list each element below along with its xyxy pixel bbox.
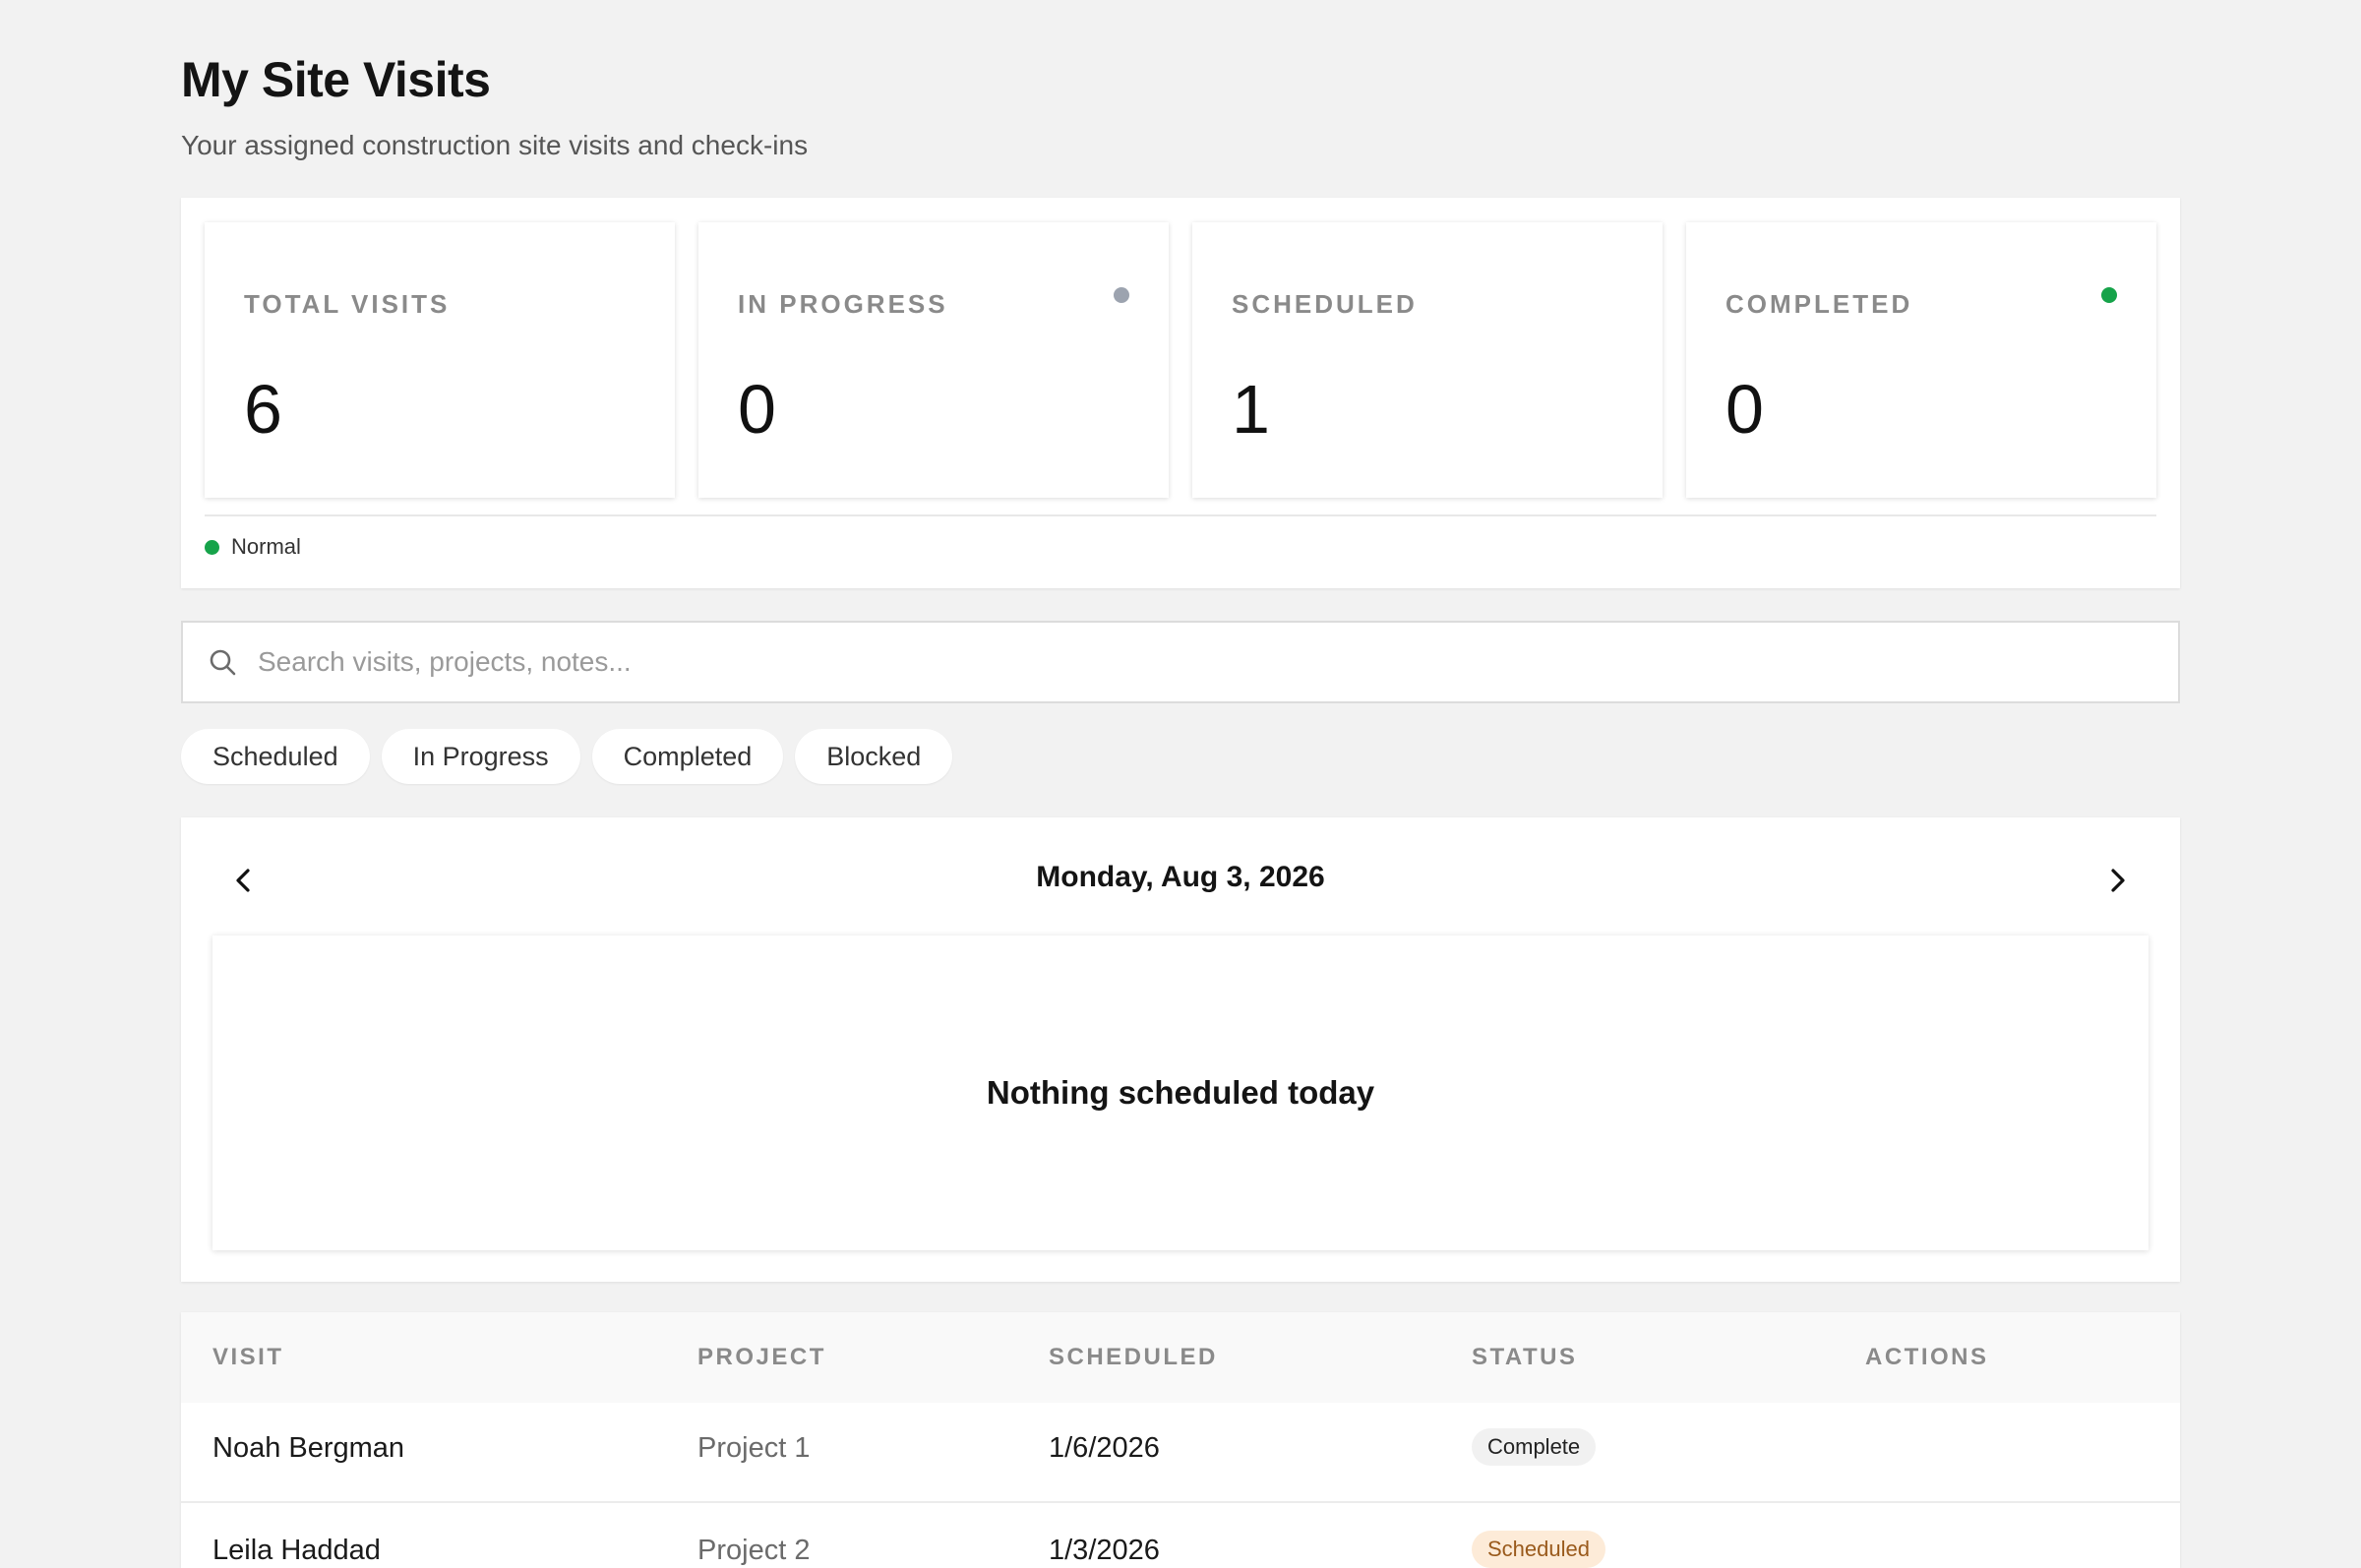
project-name: Project 1: [697, 1432, 811, 1464]
project-name: Project 2: [697, 1535, 811, 1566]
search-icon: [210, 649, 236, 676]
table-row[interactable]: Noah Bergman Project 1 1/6/2026 Complete: [181, 1403, 2180, 1503]
status-badge: Complete: [1472, 1428, 1597, 1466]
table-row[interactable]: Leila Haddad Project 2 1/3/2026 Schedule…: [181, 1505, 2180, 1568]
search-bar: [181, 621, 2180, 703]
calendar-date: Monday, Aug 3, 2026: [1036, 861, 1325, 893]
stat-label: TOTAL VISITS: [244, 289, 451, 319]
stat-card-total-visits: TOTAL VISITS 6: [205, 222, 675, 498]
legend-dot-icon: [205, 539, 219, 555]
legend: Normal: [205, 534, 301, 560]
stat-label: IN PROGRESS: [738, 289, 948, 319]
column-header-scheduled[interactable]: SCHEDULED: [1049, 1344, 1218, 1371]
stat-card-in-progress: IN PROGRESS 0: [698, 222, 1169, 498]
stat-card-scheduled: SCHEDULED 1: [1192, 222, 1663, 498]
search-input[interactable]: [258, 646, 2178, 678]
column-header-actions: ACTIONS: [1865, 1344, 1989, 1370]
stat-card-completed: COMPLETED 0: [1686, 222, 2156, 498]
filter-chip-completed[interactable]: Completed: [591, 729, 784, 784]
column-header-visit[interactable]: VISIT: [212, 1344, 284, 1371]
stat-value: 1: [1232, 371, 1270, 448]
status-dot-icon: [1114, 287, 1129, 303]
day-schedule: Nothing scheduled today: [212, 935, 2149, 1250]
filter-chip-in-progress[interactable]: In Progress: [381, 729, 580, 784]
divider: [205, 514, 2156, 516]
table-header: VISIT PROJECT SCHEDULED STATUS ACTIONS: [181, 1312, 2180, 1403]
filter-chips: Scheduled In Progress Completed Blocked: [181, 729, 953, 784]
stat-label: COMPLETED: [1725, 289, 1913, 319]
next-day-button[interactable]: [2093, 857, 2141, 904]
filter-chip-blocked[interactable]: Blocked: [795, 729, 953, 784]
status-dot-icon: [2101, 287, 2117, 303]
stat-label: SCHEDULED: [1232, 289, 1418, 319]
scheduled-date: 1/6/2026: [1049, 1432, 1160, 1464]
legend-label: Normal: [231, 534, 301, 559]
visit-name: Leila Haddad: [212, 1535, 381, 1566]
page-subtitle: Your assigned construction site visits a…: [181, 130, 809, 160]
stats-panel: TOTAL VISITS 6 IN PROGRESS 0 SCHEDULED 1…: [181, 198, 2180, 588]
status-badge: Scheduled: [1472, 1531, 1605, 1568]
column-header-project[interactable]: PROJECT: [697, 1344, 826, 1371]
visits-table: VISIT PROJECT SCHEDULED STATUS ACTIONS N…: [181, 1312, 2180, 1568]
page-title: My Site Visits: [181, 52, 491, 107]
scheduled-date: 1/3/2026: [1049, 1535, 1160, 1566]
stat-value: 6: [244, 371, 282, 448]
stat-value: 0: [738, 371, 776, 448]
empty-state-message: Nothing scheduled today: [986, 1074, 1375, 1111]
visit-name: Noah Bergman: [212, 1432, 405, 1464]
column-header-status[interactable]: STATUS: [1472, 1344, 1577, 1371]
filter-chip-scheduled[interactable]: Scheduled: [181, 729, 370, 784]
calendar-panel: Monday, Aug 3, 2026 Nothing scheduled to…: [181, 817, 2180, 1282]
stat-value: 0: [1725, 371, 1764, 448]
chevron-right-icon: [2111, 869, 2125, 892]
